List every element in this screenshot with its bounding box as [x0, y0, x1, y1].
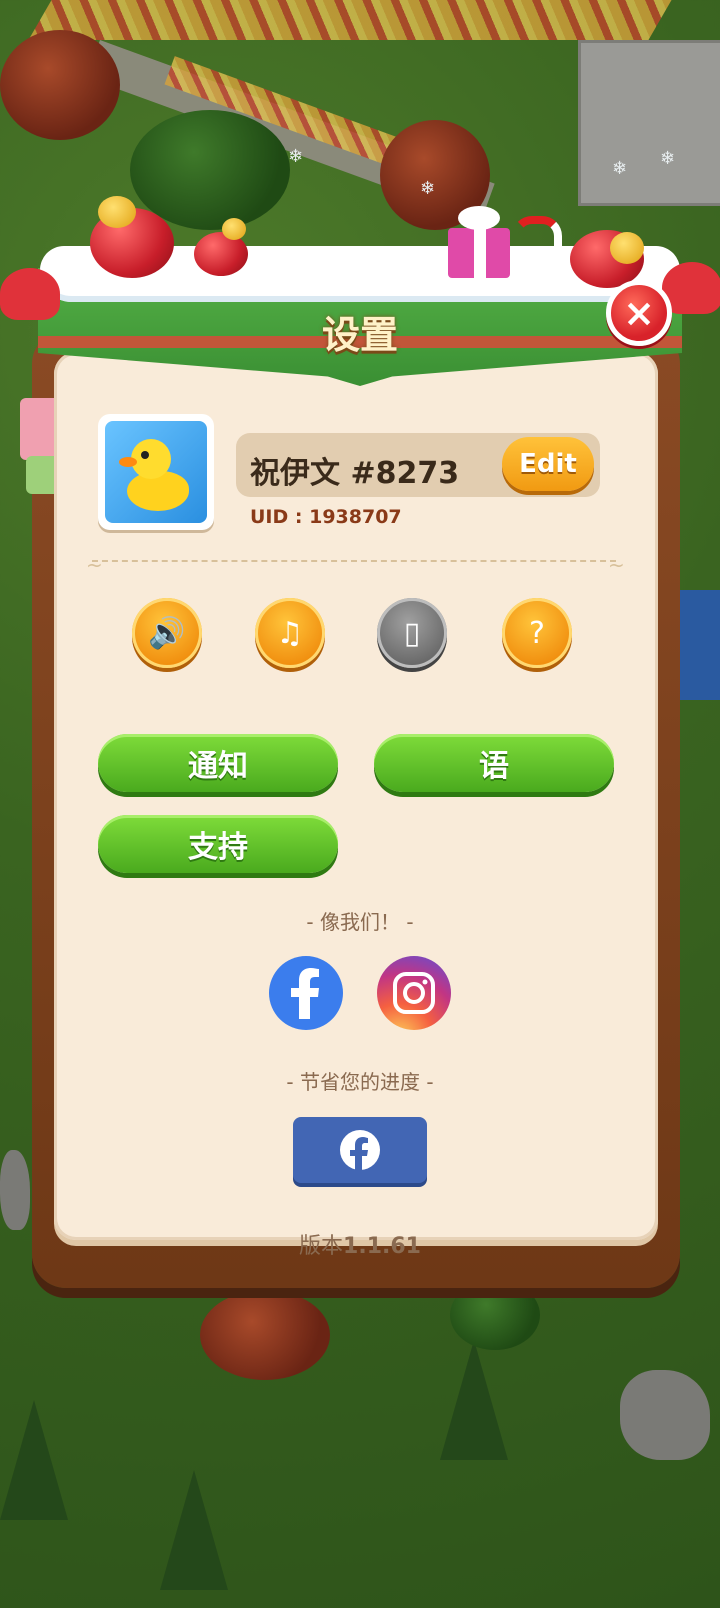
pine-tree [160, 1470, 228, 1590]
autumn-tree [200, 1290, 330, 1380]
music-toggle-button[interactable]: ♫ [255, 598, 325, 668]
section-divider [92, 560, 616, 566]
rock [620, 1370, 710, 1460]
ornament-ball-icon [194, 232, 248, 276]
notifications-button[interactable]: 通知 [98, 734, 338, 792]
version-number: 1.1.61 [343, 1234, 421, 1259]
duck-eye [141, 451, 149, 459]
avatar[interactable] [98, 414, 214, 530]
support-button[interactable]: 支持 [98, 815, 338, 873]
instagram-icon [393, 972, 435, 1014]
hints-toggle-button[interactable]: ? [502, 598, 572, 668]
player-uid: UID : 1938707 [250, 506, 402, 528]
snowflake-icon: ❄ [660, 148, 676, 169]
divider-ornament-left: ~ [86, 553, 103, 577]
divider-ornament-right: ~ [608, 553, 625, 577]
language-button[interactable]: 语 [374, 734, 614, 792]
rock [0, 1150, 30, 1230]
stone-wall [578, 40, 720, 206]
facebook-icon [340, 1130, 380, 1171]
version-label: 版本1.1.61 [0, 1228, 720, 1260]
music-note-icon: ♫ [276, 615, 304, 651]
facebook-like-button[interactable] [269, 956, 343, 1030]
autumn-tree [0, 30, 120, 140]
ornament-cap [98, 196, 136, 228]
gift-bow [458, 206, 500, 230]
edit-name-button[interactable]: Edit [502, 437, 594, 491]
ornament-cap [222, 218, 246, 240]
blue-building [680, 590, 720, 700]
like-us-label: - 像我们！ - [306, 910, 414, 934]
close-icon: × [623, 291, 655, 335]
facebook-icon [291, 968, 319, 1019]
flower-bed [28, 0, 672, 40]
candy-cane-icon [512, 216, 562, 292]
speaker-icon: 🔊 [148, 615, 186, 651]
pine-tree [440, 1340, 508, 1460]
gift-ribbon [474, 222, 486, 278]
yellow-duck-icon [105, 421, 207, 523]
duck-beak [119, 457, 137, 467]
instagram-button[interactable] [377, 956, 451, 1030]
side-bookmark-pink [20, 398, 54, 460]
facebook-login-button[interactable] [293, 1117, 427, 1183]
snowflake-icon: ❄ [420, 178, 436, 199]
round-tree [130, 110, 290, 230]
vibration-toggle-button[interactable]: ▯ [377, 598, 447, 668]
snowflake-icon: ❄ [288, 146, 304, 167]
snowflake-icon: ❄ [612, 158, 628, 179]
save-progress-label: - 节省您的进度 - [286, 1070, 434, 1094]
vibration-icon: ▯ [403, 615, 421, 651]
side-bookmark-green [26, 456, 54, 494]
round-tree [450, 1280, 540, 1350]
version-prefix: 版本 [299, 1234, 344, 1259]
sound-toggle-button[interactable]: 🔊 [132, 598, 202, 668]
close-button[interactable]: × [606, 280, 672, 346]
pine-tree [0, 1400, 68, 1520]
hint-bulb-icon: ? [529, 615, 545, 651]
player-name: 祝伊文 #8273 [250, 456, 460, 491]
duck-head [131, 439, 171, 479]
ornament-cap [610, 232, 644, 264]
